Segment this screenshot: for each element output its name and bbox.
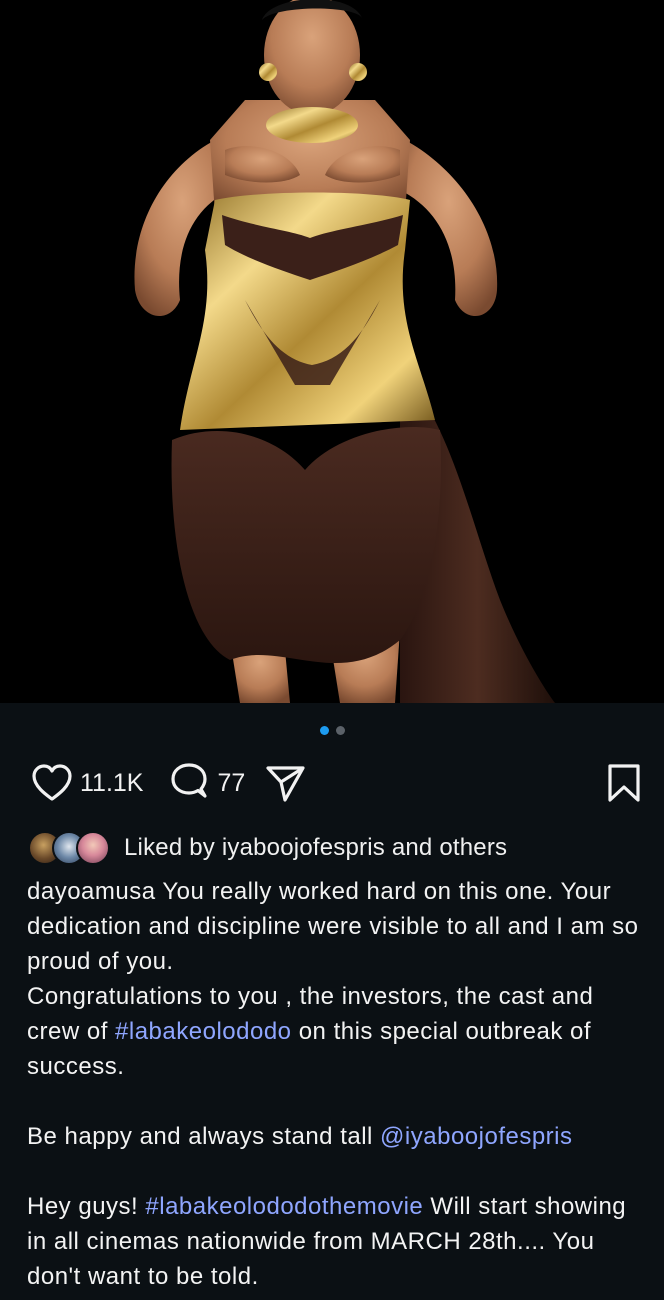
liked-by-user[interactable]: iyaboojofespris <box>222 834 385 861</box>
carousel-indicator <box>0 726 664 735</box>
caption-username[interactable]: dayoamusa <box>27 878 156 905</box>
caption-paragraph: Be happy and always stand tall @iyaboojo… <box>27 1119 647 1154</box>
liked-by-prefix: Liked by <box>124 834 222 861</box>
share-button[interactable] <box>263 762 307 804</box>
heart-icon <box>32 764 72 801</box>
caption-text: Be happy and always stand tall <box>27 1123 381 1150</box>
liked-by-suffix: and others <box>384 834 508 861</box>
liker-avatars <box>28 831 110 865</box>
share-icon <box>266 766 305 802</box>
like-button[interactable]: 11.1K <box>30 763 143 803</box>
caption-paragraph: Hey guys! #labakeolododothemovie Will st… <box>27 1189 647 1294</box>
carousel-dot-active <box>319 726 329 735</box>
save-button[interactable] <box>606 762 642 804</box>
post-action-bar: 11.1K 77 <box>30 760 642 806</box>
like-count[interactable]: 11.1K <box>80 769 143 798</box>
comment-button[interactable]: 77 <box>167 762 245 804</box>
post-caption: dayoamusa You really worked hard on this… <box>27 874 647 1294</box>
post-image[interactable] <box>0 0 664 703</box>
comment-icon <box>171 763 208 798</box>
comment-count[interactable]: 77 <box>217 769 245 798</box>
bookmark-icon <box>608 764 640 802</box>
hashtag-link[interactable]: #labakeolododothemovie <box>145 1193 423 1220</box>
hashtag-link[interactable]: #labakeolododo <box>115 1018 292 1045</box>
mention-link[interactable]: @iyaboojofespris <box>380 1123 572 1150</box>
post-container: 11.1K 77 Liked by iyaboojofespris and ot… <box>0 0 664 1300</box>
carousel-dot <box>335 726 345 735</box>
liked-by-text[interactable]: Liked by iyaboojofespris and others <box>124 834 507 862</box>
post-image-illustration <box>0 0 664 703</box>
liked-by-row[interactable]: Liked by iyaboojofespris and others <box>28 826 507 870</box>
caption-paragraph: dayoamusa You really worked hard on this… <box>27 874 647 979</box>
caption-text: Hey guys! <box>27 1193 146 1220</box>
avatar <box>76 831 110 865</box>
caption-paragraph: Congratulations to you , the investors, … <box>27 979 647 1084</box>
